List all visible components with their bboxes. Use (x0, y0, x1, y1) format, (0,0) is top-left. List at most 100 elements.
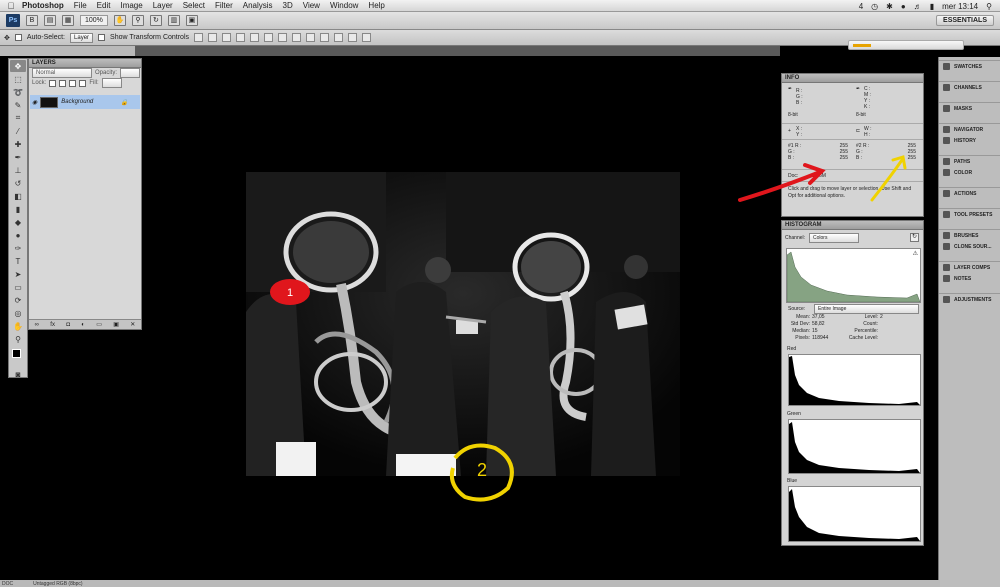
dock-navigator[interactable]: NAVIGATOR (939, 124, 1000, 135)
lock-position-icon[interactable] (69, 79, 77, 87)
dock-color[interactable]: COLOR (939, 167, 1000, 178)
quick-select-tool-icon[interactable]: ✎ (10, 99, 26, 111)
blend-mode-select[interactable]: Normal (32, 68, 92, 78)
distribute-right-icon[interactable] (348, 33, 358, 42)
apple-icon[interactable]:  (0, 1, 22, 11)
extras-icon[interactable]: ▦ (62, 15, 74, 26)
align-bottom-icon[interactable] (222, 33, 232, 42)
path-select-tool-icon[interactable]: ➤ (10, 268, 26, 280)
menu-window[interactable]: Window (330, 1, 358, 10)
move-tool-preset-icon[interactable]: ✥ (4, 34, 10, 42)
new-layer-icon[interactable]: ▣ (113, 321, 119, 328)
menu-image[interactable]: Image (120, 1, 142, 10)
clone-stamp-tool-icon[interactable]: ⊥ (10, 164, 26, 176)
align-hcenter-icon[interactable] (250, 33, 260, 42)
spotlight-icon[interactable]: ⚲ (986, 2, 992, 11)
menu-view[interactable]: View (303, 1, 320, 10)
dock-history[interactable]: HISTORY (939, 135, 1000, 146)
menu-file[interactable]: File (74, 1, 87, 10)
distribute-hcenter-icon[interactable] (334, 33, 344, 42)
battery-icon[interactable]: ▮ (930, 2, 934, 11)
eraser-tool-icon[interactable]: ◧ (10, 190, 26, 202)
shape-tool-icon[interactable]: ▭ (10, 281, 26, 293)
volume-icon[interactable]: ♬ (914, 2, 922, 11)
quick-mask-icon[interactable]: ◙ (10, 368, 26, 380)
brush-tool-icon[interactable]: ✒ (10, 151, 26, 163)
distribute-left-icon[interactable] (320, 33, 330, 42)
notification-badge[interactable]: 4 (859, 2, 863, 11)
status-profile[interactable]: Untagged RGB (8bpc) (33, 581, 82, 587)
dock-adjustments[interactable]: ADJUSTMENTS (939, 294, 1000, 305)
hand-tool-icon[interactable]: ✋ (10, 320, 26, 332)
source-select[interactable]: Entire Image (814, 304, 919, 314)
distribute-bottom-icon[interactable] (306, 33, 316, 42)
crop-tool-icon[interactable]: ⌗ (10, 112, 26, 124)
show-transform-checkbox[interactable] (98, 34, 106, 41)
minibridge-icon[interactable]: ▤ (44, 15, 56, 26)
arrange-documents-icon[interactable]: ▥ (167, 15, 180, 26)
distribute-top-icon[interactable] (278, 33, 288, 42)
menu-edit[interactable]: Edit (97, 1, 111, 10)
dock-notes[interactable]: NOTES (939, 273, 1000, 284)
clock[interactable]: mer 13:14 (942, 2, 978, 11)
menu-layer[interactable]: Layer (153, 1, 173, 10)
fx-icon[interactable]: fx (50, 322, 55, 328)
dock-channels[interactable]: CHANNELS (939, 82, 1000, 93)
dock-actions[interactable]: ACTIONS (939, 188, 1000, 199)
dock-swatches[interactable]: SWATCHES (939, 61, 1000, 72)
auto-align-icon[interactable] (362, 33, 372, 42)
lock-all-icon[interactable] (79, 79, 87, 87)
history-brush-tool-icon[interactable]: ↺ (10, 177, 26, 189)
healing-brush-tool-icon[interactable]: ✚ (10, 138, 26, 150)
align-top-icon[interactable] (194, 33, 204, 42)
add-mask-icon[interactable]: ◘ (66, 322, 70, 328)
lasso-tool-icon[interactable]: ➰ (10, 86, 26, 98)
adjustment-layer-icon[interactable]: ◐ (81, 322, 85, 328)
menu-3d[interactable]: 3D (283, 1, 293, 10)
blur-tool-icon[interactable]: ◆ (10, 216, 26, 228)
time-machine-icon[interactable]: ◷ (871, 2, 878, 11)
type-tool-icon[interactable]: T (10, 255, 26, 267)
move-tool-icon[interactable]: ✥ (10, 60, 26, 72)
zoom-level-select[interactable]: 100% (80, 15, 108, 26)
distribute-vcenter-icon[interactable] (292, 33, 302, 42)
delete-layer-icon[interactable]: ✕ (130, 321, 135, 328)
align-left-icon[interactable] (236, 33, 246, 42)
dock-paths[interactable]: PATHS (939, 156, 1000, 167)
screen-mode-icon[interactable]: ▣ (185, 15, 198, 26)
marquee-tool-icon[interactable]: ⬚ (10, 73, 26, 85)
menu-select[interactable]: Select (183, 1, 205, 10)
document-tab[interactable] (0, 46, 135, 56)
3d-orbit-tool-icon[interactable]: ◎ (10, 307, 26, 319)
align-vcenter-icon[interactable] (208, 33, 218, 42)
wifi-icon[interactable]: ● (901, 2, 906, 11)
menu-analysis[interactable]: Analysis (243, 1, 273, 10)
bridge-icon[interactable]: B (26, 15, 38, 26)
dock-brushes[interactable]: BRUSHES (939, 230, 1000, 241)
auto-select-dropdown[interactable]: Layer (70, 32, 94, 43)
dodge-tool-icon[interactable]: ● (10, 229, 26, 241)
align-right-icon[interactable] (264, 33, 274, 42)
opacity-field[interactable] (120, 68, 141, 78)
3d-rotate-tool-icon[interactable]: ⟳ (10, 294, 26, 306)
dock-layer-comps[interactable]: LAYER COMPS (939, 262, 1000, 273)
layer-row-background[interactable]: ◉ Background 🔒 (30, 95, 140, 109)
rotate-view-icon[interactable]: ↻ (149, 15, 162, 26)
pen-tool-icon[interactable]: ✑ (10, 242, 26, 254)
menu-app-name[interactable]: Photoshop (22, 1, 64, 10)
gradient-tool-icon[interactable]: ▮ (10, 203, 26, 215)
channel-select[interactable]: Colors (809, 233, 859, 243)
auto-select-checkbox[interactable] (14, 34, 22, 41)
document-canvas-image[interactable] (246, 172, 680, 476)
zoom-tool-icon[interactable]: ⚲ (10, 333, 26, 345)
status-zoom[interactable]: DOC (2, 581, 13, 587)
dock-masks[interactable]: MASKS (939, 103, 1000, 114)
refresh-icon[interactable]: ↻ (910, 233, 919, 242)
zoom-tool-icon[interactable]: ⚲ (131, 15, 144, 26)
menu-filter[interactable]: Filter (215, 1, 233, 10)
fill-field[interactable] (101, 78, 122, 88)
hand-tool-icon[interactable]: ✋ (113, 15, 126, 26)
lock-transparency-icon[interactable] (49, 79, 57, 87)
workspace-switcher[interactable]: ESSENTIALS (936, 15, 994, 26)
eyedropper-tool-icon[interactable]: ⁄ (10, 125, 26, 137)
